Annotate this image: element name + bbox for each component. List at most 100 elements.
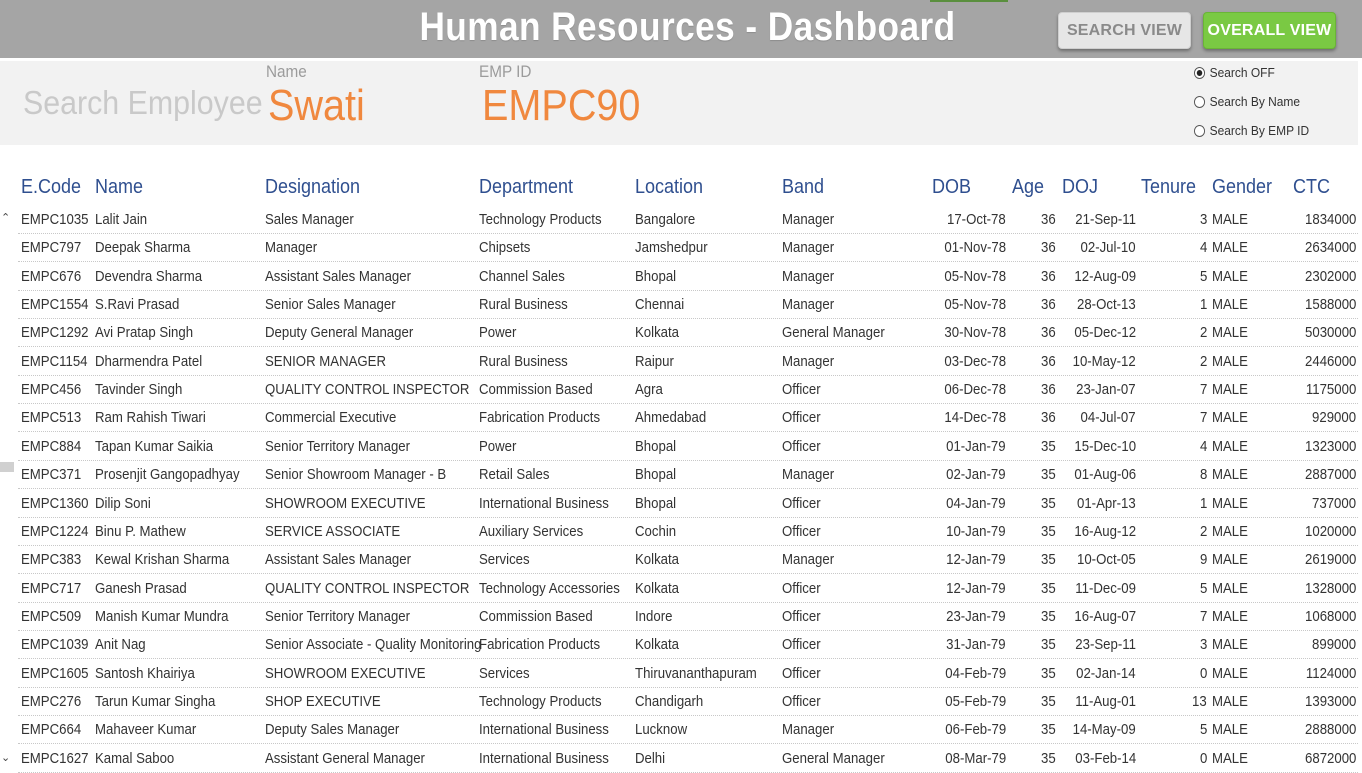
cell-ctc: 899000	[1311, 636, 1356, 654]
table-row[interactable]: EMPC797 Deepak Sharma Manager Chipsets Jamsh…	[0, 234, 1362, 263]
table-row[interactable]: EMPC664 Mahaveer Kumar Deputy Sales Manage…	[0, 716, 1362, 745]
table-row[interactable]: EMPC676 Devendra Sharma Assistant Sales Ma…	[0, 263, 1362, 291]
cell-tenure: 3	[1199, 211, 1207, 228]
table-row[interactable]: EMPC717 Ganesh Prasad QUALITY CONTROL INSP…	[0, 575, 1362, 603]
cell-department: Rural Business	[479, 352, 568, 370]
table-row[interactable]: EMPC1605 Santosh Khairiya SHOWROOM EXECUTI…	[0, 660, 1362, 688]
cell-designation: Sales Manager	[265, 211, 354, 228]
table-row[interactable]: EMPC509 Manish Kumar Mundra Senior Territo…	[0, 603, 1362, 631]
cell-department: Auxiliary Services	[479, 522, 584, 540]
cell-tenure: 5	[1199, 579, 1207, 597]
table-row[interactable]: EMPC1224 Binu P. Mathew SERVICE ASSOCIATE A…	[0, 518, 1362, 546]
radio-search-off[interactable]: Search OFF	[1194, 65, 1275, 80]
cell-ecode: EMPC1627	[21, 749, 89, 767]
cell-band: Officer	[782, 607, 821, 625]
cell-gender: MALE	[1212, 721, 1248, 739]
column-header-band: Band	[782, 176, 825, 198]
cell-tenure: 2	[1199, 352, 1207, 370]
cell-age: 35	[1041, 664, 1056, 682]
overall-view-button[interactable]: OVERALL VIEW	[1203, 12, 1336, 49]
cell-doj: 23-Sep-11	[1075, 636, 1136, 654]
cell-tenure: 1	[1199, 296, 1207, 314]
cell-department: Services	[479, 664, 530, 682]
table-row[interactable]: EMPC1360 Dilip Soni SHOWROOM EXECUTIVE Inte…	[0, 490, 1362, 518]
column-header-age: Age	[1012, 176, 1045, 198]
scrollbar-thumb[interactable]	[0, 462, 14, 472]
header-accent-bar	[930, 0, 1008, 2]
radio-search-by-empid[interactable]: Search By EMP ID	[1194, 123, 1309, 138]
cell-band: Officer	[782, 437, 821, 455]
empid-value[interactable]: EMPC90	[482, 81, 640, 131]
cell-department: Fabrication Products	[479, 636, 601, 654]
cell-name: Tapan Kumar Saikia	[95, 437, 214, 455]
cell-designation: Senior Territory Manager	[265, 607, 411, 625]
cell-designation: Senior Showroom Manager - B	[265, 466, 447, 484]
cell-gender: MALE	[1212, 607, 1248, 625]
column-header-gender: Gender	[1212, 176, 1273, 198]
table-row[interactable]: EMPC1154 Dharmendra Patel SENIOR MANAGER Ru…	[0, 348, 1362, 376]
table-row[interactable]: EMPC1627 Kamal Saboo Assistant General Man…	[0, 745, 1362, 773]
radio-dot[interactable]	[1194, 66, 1206, 79]
cell-location: Ahmedabad	[635, 409, 707, 427]
cell-tenure: 1	[1199, 494, 1207, 512]
cell-gender: MALE	[1212, 437, 1248, 455]
cell-gender: MALE	[1212, 749, 1248, 767]
cell-age: 35	[1041, 607, 1056, 625]
scroll-down-icon[interactable]: ⌄	[1, 751, 10, 764]
cell-location: Chennai	[635, 296, 685, 314]
table-row[interactable]: EMPC1039 Anit Nag Senior Associate - Quali…	[0, 631, 1362, 660]
cell-department: Technology Accessories	[479, 579, 620, 597]
table-row[interactable]: EMPC383 Kewal Krishan Sharma Assistant Sal…	[0, 546, 1362, 575]
cell-dob: 05-Nov-78	[944, 267, 1006, 285]
cell-age: 36	[1041, 267, 1056, 285]
radio-dot[interactable]	[1194, 95, 1206, 108]
cell-department: Commission Based	[479, 381, 593, 399]
cell-doj: 03-Feb-14	[1075, 749, 1136, 767]
cell-department: Services	[479, 551, 530, 569]
table-row[interactable]: EMPC1035 Lalit Jain Sales Manager Technolog…	[0, 206, 1362, 234]
cell-age: 35	[1041, 466, 1056, 484]
cell-tenure: 5	[1199, 267, 1207, 285]
radio-search-by-name[interactable]: Search By Name	[1194, 94, 1300, 109]
cell-dob: 23-Jan-79	[946, 607, 1006, 625]
search-view-button[interactable]: SEARCH VIEW	[1058, 12, 1191, 49]
cell-age: 36	[1041, 381, 1056, 399]
cell-name: Tavinder Singh	[95, 381, 183, 399]
name-value[interactable]: Swati	[268, 81, 365, 131]
cell-ecode: EMPC884	[21, 437, 82, 455]
column-header-ecode: E.Code	[21, 176, 82, 198]
radio-dot[interactable]	[1194, 124, 1206, 137]
cell-doj: 01-Aug-06	[1074, 466, 1136, 484]
table-row[interactable]: EMPC276 Tarun Kumar Singha SHOP EXECUTIVE T…	[0, 688, 1362, 716]
cell-department: Rural Business	[479, 296, 568, 314]
table-row[interactable]: EMPC456 Tavinder Singh QUALITY CONTROL INS…	[0, 376, 1362, 405]
column-header-tenure: Tenure	[1141, 176, 1197, 198]
cell-designation: Deputy General Manager	[265, 324, 414, 342]
table-row[interactable]: EMPC371 Prosenjit Gangopadhyay Senior Show…	[0, 461, 1362, 490]
scroll-up-icon[interactable]: ⌃	[1, 211, 10, 224]
cell-ecode: EMPC1154	[21, 352, 88, 370]
cell-ctc: 1068000	[1304, 607, 1356, 625]
cell-ecode: EMPC276	[21, 692, 82, 710]
cell-ctc: 2634000	[1304, 239, 1356, 257]
table-row[interactable]: EMPC1554 S.Ravi Prasad Senior Sales Manage…	[0, 291, 1362, 320]
row-divider	[18, 771, 1358, 773]
cell-designation: SHOWROOM EXECUTIVE	[265, 664, 426, 682]
cell-doj: 21-Sep-11	[1075, 211, 1136, 228]
table-row[interactable]: EMPC884 Tapan Kumar Saikia Senior Territor…	[0, 433, 1362, 461]
table-row[interactable]: EMPC1292 Avi Pratap Singh Deputy General M…	[0, 319, 1362, 348]
cell-name: Anit Nag	[95, 636, 146, 654]
cell-location: Lucknow	[635, 721, 688, 739]
cell-location: Bhopal	[635, 494, 677, 512]
cell-band: Officer	[782, 579, 821, 597]
cell-gender: MALE	[1212, 296, 1248, 314]
cell-location: Bhopal	[635, 437, 677, 455]
cell-location: Indore	[635, 607, 673, 625]
cell-band: Officer	[782, 522, 821, 540]
column-header-doj: DOJ	[1062, 176, 1098, 198]
cell-dob: 04-Feb-79	[945, 664, 1006, 682]
table-row[interactable]: EMPC513 Ram Rahish Tiwari Commercial Execu…	[0, 404, 1362, 433]
cell-tenure: 13	[1192, 692, 1207, 710]
cell-designation: SHOP EXECUTIVE	[265, 692, 381, 710]
cell-tenure: 4	[1199, 239, 1207, 257]
